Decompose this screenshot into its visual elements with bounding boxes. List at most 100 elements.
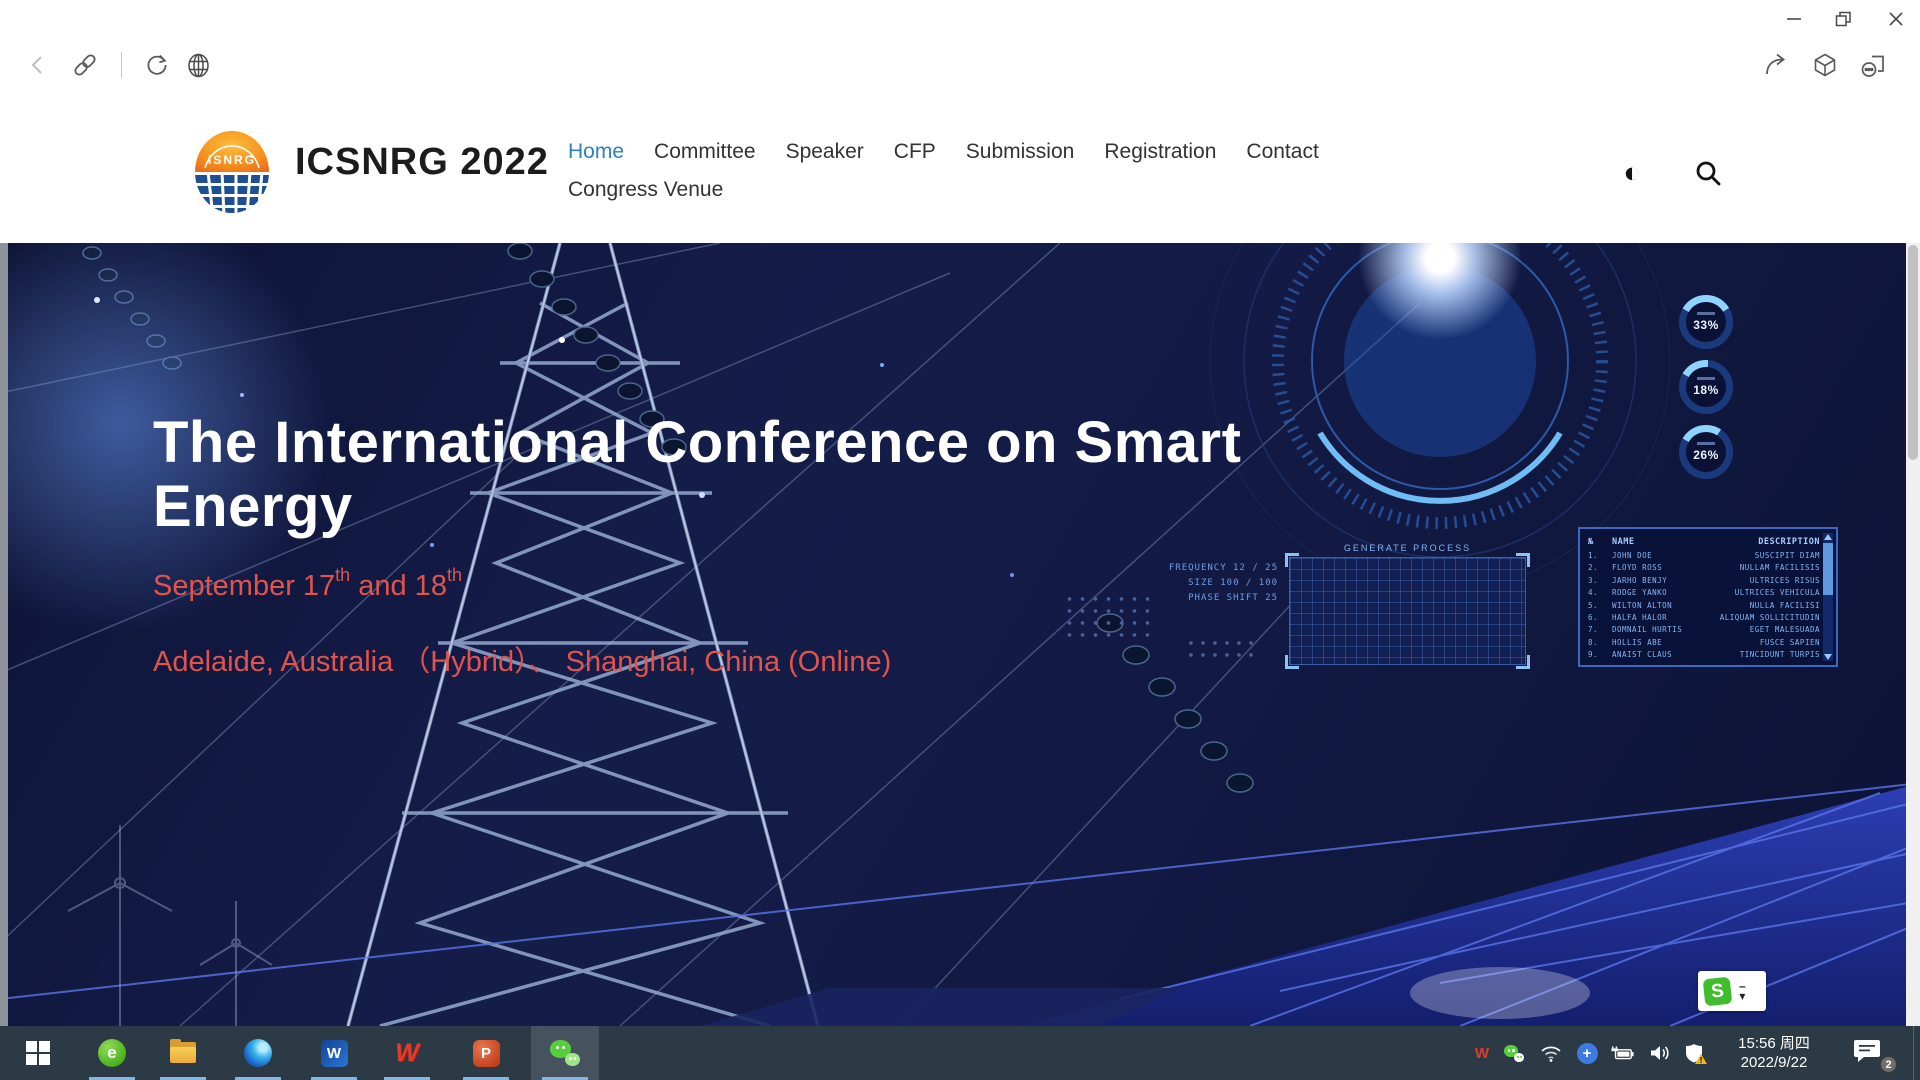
link-icon (71, 51, 99, 79)
minimize-button[interactable] (1777, 6, 1811, 32)
widget-expand-button[interactable]: ▾ (1739, 991, 1745, 1001)
browser-chrome (0, 0, 1920, 95)
hud-table-row: 7.DOMNAIL HURTISEGET MALESUADA (1588, 624, 1820, 636)
taskbar-app-word[interactable]: W (319, 1038, 349, 1068)
nav-item-cfp[interactable]: CFP (894, 140, 936, 164)
powerpoint-icon: P (473, 1040, 500, 1067)
screen: ISNRG ICSNRG 2 (0, 0, 1920, 1080)
wechat-tray-icon (1504, 1043, 1524, 1063)
share-button[interactable] (1760, 48, 1794, 82)
windows-start-icon (26, 1041, 50, 1065)
apps-launcher-button[interactable] (1856, 48, 1890, 82)
hud-panel-title: GENERATE PROCESS (1285, 543, 1530, 553)
hero-title-line1: The International Conference on Smart (153, 410, 1241, 475)
close-button[interactable] (1879, 6, 1913, 32)
share-icon (1763, 51, 1791, 79)
globe-icon (185, 52, 212, 79)
notification-badge: 2 (1879, 1055, 1898, 1074)
taskbar: e W W P (0, 1026, 1920, 1080)
tray-battery[interactable] (1610, 1042, 1634, 1064)
site-logo[interactable]: ISNRG (191, 128, 273, 216)
taskbar-app-powerpoint[interactable]: P (471, 1038, 501, 1068)
scrollbar-thumb[interactable] (1908, 245, 1918, 460)
hud-table-row: 9.ANAIST CLAUSTINCIDUNT TURPIS (1588, 649, 1820, 661)
site-header: ISNRG ICSNRG 2 (0, 95, 1920, 243)
taskbar-clock[interactable]: 15:56 周四 2022/9/22 (1722, 1034, 1826, 1072)
hud-table-row: 6.HALFA HALORALIQUAM SOLLICITUDIN (1588, 612, 1820, 624)
tray-wps[interactable]: W (1470, 1042, 1494, 1064)
wechat-icon (550, 1038, 580, 1068)
logo-text: ISNRG (208, 153, 256, 167)
hud-table-scrollbar (1823, 533, 1833, 661)
isnrg-logo-icon: ISNRG (191, 128, 273, 216)
dark-mode-toggle[interactable]: ◐ (1614, 155, 1650, 191)
hero-title: The International Conference on Smart En… (153, 411, 1403, 539)
hud-panel-grid (1289, 557, 1526, 665)
taskbar-app-edge[interactable] (243, 1038, 273, 1068)
wifi-icon (1540, 1043, 1562, 1063)
restore-button[interactable] (1826, 6, 1860, 32)
word-icon: W (321, 1040, 348, 1067)
hero-banner: The International Conference on Smart En… (0, 243, 1920, 1026)
restore-icon (1832, 8, 1854, 30)
hero-title-line2: Energy (153, 474, 353, 539)
translate-widget-icon[interactable]: S (1703, 976, 1733, 1006)
desktop-edge-strip (0, 243, 8, 1026)
refresh-icon (144, 52, 170, 78)
nav-item-home[interactable]: Home (568, 140, 624, 164)
toolbar-divider (121, 52, 122, 78)
apps-launcher-icon (1859, 51, 1887, 79)
edge-icon (244, 1039, 272, 1067)
tray-wifi[interactable] (1539, 1042, 1563, 1064)
hud-table-row: 4.RODGE YANKOULTRICES VEHICULA (1588, 587, 1820, 599)
nav-item-contact[interactable]: Contact (1246, 140, 1318, 164)
360-safety-icon: + (1577, 1043, 1598, 1064)
search-button[interactable] (1690, 155, 1726, 191)
volume-icon (1648, 1043, 1672, 1063)
translate-widget[interactable]: S – ▾ (1698, 971, 1766, 1011)
link-button[interactable] (68, 48, 102, 82)
nav-item-registration[interactable]: Registration (1104, 140, 1216, 164)
hud-data-table: №NAMEDESCRIPTION 1.JOHN DOESUSCIPIT DIAM… (1578, 527, 1838, 667)
clock-date: 2022/9/22 (1722, 1053, 1826, 1072)
taskbar-app-360-browser[interactable]: e (97, 1038, 127, 1068)
nav-item-speaker[interactable]: Speaker (786, 140, 864, 164)
tray-volume[interactable] (1648, 1042, 1672, 1064)
clock-time: 15:56 周四 (1722, 1034, 1826, 1053)
wps-tray-icon: W (1475, 1045, 1489, 1062)
search-icon (1693, 158, 1723, 188)
notification-center-button[interactable]: 2 (1852, 1038, 1896, 1070)
hud-dot-matrix-2 (1185, 637, 1259, 663)
nav-item-committee[interactable]: Committee (654, 140, 756, 164)
main-nav: Home Committee Speaker CFP Submission Re… (568, 140, 1319, 164)
360-browser-icon: e (98, 1039, 126, 1067)
start-button[interactable] (23, 1038, 53, 1068)
hud-gauge-3: 26% (1679, 425, 1733, 479)
back-icon (27, 53, 51, 77)
nav-item-congress-venue[interactable]: Congress Venue (568, 178, 723, 201)
tray-360-safety[interactable]: + (1575, 1042, 1599, 1064)
cube-button[interactable] (1808, 48, 1842, 82)
hud-table-row: 2.FLOYD ROSSNULLAM FACILISIS (1588, 562, 1820, 574)
globe-button[interactable] (181, 48, 215, 82)
taskbar-app-wps[interactable]: W (392, 1038, 422, 1068)
show-desktop-button[interactable] (1913, 1026, 1920, 1080)
back-button[interactable] (22, 48, 56, 82)
wps-icon: W (395, 1039, 419, 1068)
main-nav-row2: Congress Venue (568, 178, 723, 202)
hud-generate-panel: GENERATE PROCESS (1285, 543, 1530, 665)
hud-table-row: 8.HOLLIS ABEFUSCE SAPIEN (1588, 637, 1820, 649)
tray-wechat[interactable] (1502, 1042, 1526, 1064)
hud-table-row: 3.JARHO BENJYULTRICES RISUS (1588, 575, 1820, 587)
notification-icon (1852, 1038, 1882, 1064)
tray-defender[interactable] (1684, 1042, 1708, 1064)
taskbar-app-file-explorer[interactable] (168, 1038, 198, 1068)
hud-table-row: 1.JOHN DOESUSCIPIT DIAM (1588, 550, 1820, 562)
hero-dates: September 17th and 18th (153, 565, 462, 603)
taskbar-app-wechat[interactable] (550, 1038, 580, 1068)
contrast-icon: ◐ (1623, 159, 1641, 188)
hud-readouts: FREQUENCY 12 / 25 SIZE 100 / 100 PHASE S… (1128, 561, 1278, 606)
refresh-button[interactable] (140, 48, 174, 82)
page-scrollbar[interactable] (1906, 243, 1920, 1026)
nav-item-submission[interactable]: Submission (966, 140, 1075, 164)
